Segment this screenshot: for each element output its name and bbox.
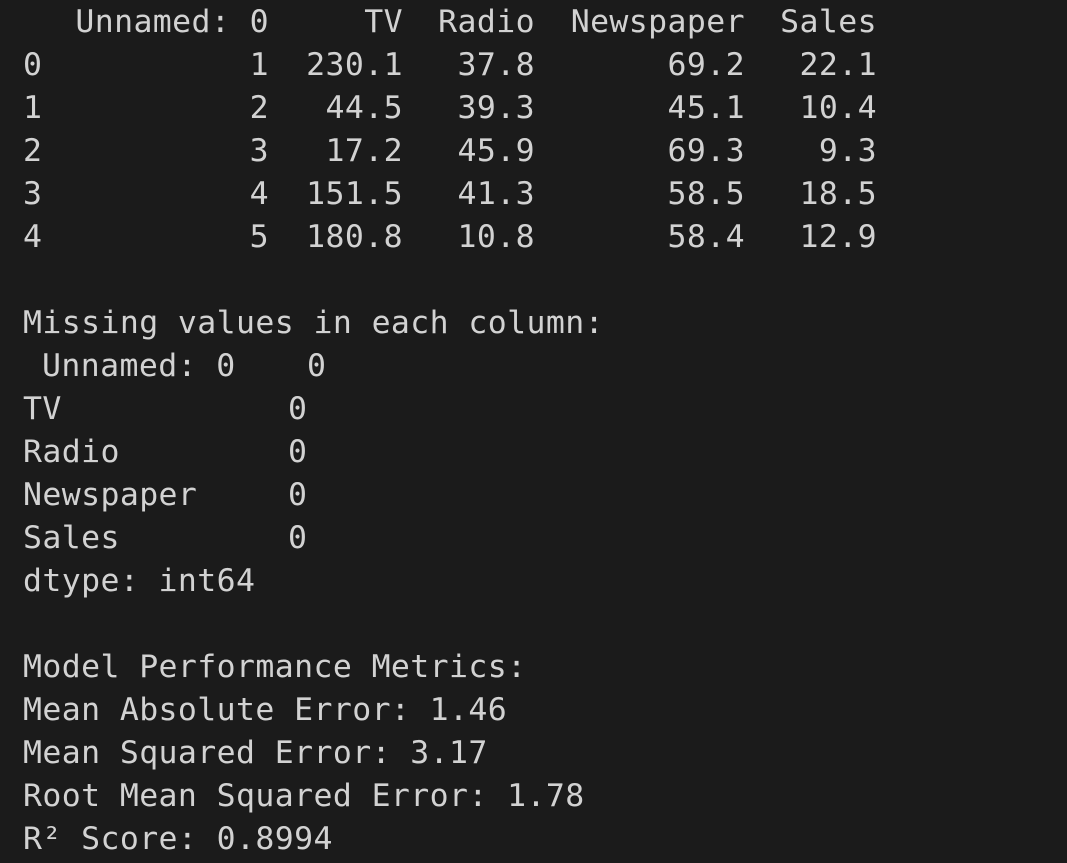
missing-item-value: 0 [288,477,308,513]
table-row: 3 4 151.5 41.3 58.5 18.5 [23,173,1067,216]
cell-newspaper: 45.1 [667,90,745,126]
missing-item: Sales 0 [23,517,1067,560]
metric-mse: Mean Squared Error: 3.17 [23,735,488,771]
dataframe-header: Unnamed: 0 TV Radio Newspaper Sales [23,1,1067,44]
cell-unnamed: 3 [249,133,269,169]
cell-tv: 151.5 [306,176,403,212]
missing-item: TV 0 [23,388,1067,431]
missing-item-name: Unnamed: 0 [42,348,236,384]
terminal-output: Unnamed: 0 TV Radio Newspaper Sales 0 1 … [0,1,1067,863]
row-index: 4 [23,219,43,255]
missing-item-name: Radio [23,434,120,470]
cell-sales: 18.5 [799,176,877,212]
cell-radio: 39.3 [457,90,535,126]
table-row: 2 3 17.2 45.9 69.3 9.3 [23,130,1067,173]
metrics-heading: Model Performance Metrics: [23,649,527,685]
missing-item-name: Sales [23,520,120,556]
metric-mae: Mean Absolute Error: 1.46 [23,692,508,728]
cell-sales: 9.3 [818,133,877,169]
missing-item-value: 0 [288,391,308,427]
cell-radio: 45.9 [457,133,535,169]
cell-sales: 10.4 [799,90,877,126]
table-row: 1 2 44.5 39.3 45.1 10.4 [23,87,1067,130]
missing-values-heading: Missing values in each column: [23,305,604,341]
cell-unnamed: 2 [249,90,269,126]
dtype-line: dtype: int64 [23,563,256,599]
missing-item-name: Newspaper [23,477,198,513]
missing-item: Radio 0 [23,431,1067,474]
cell-radio: 41.3 [457,176,535,212]
table-row: 4 5 180.8 10.8 58.4 12.9 [23,216,1067,259]
missing-item: Newspaper 0 [23,474,1067,517]
missing-item-value: 0 [288,434,308,470]
metric-rmse: Root Mean Squared Error: 1.78 [23,778,585,814]
cell-sales: 12.9 [799,219,877,255]
table-row: 0 1 230.1 37.8 69.2 22.1 [23,44,1067,87]
cell-newspaper: 69.3 [667,133,745,169]
column-header-sales: Sales [780,4,877,40]
row-index: 3 [23,176,43,212]
cell-unnamed: 1 [249,47,269,83]
missing-item: Unnamed: 0 0 [23,345,1067,388]
cell-tv: 44.5 [325,90,403,126]
cell-tv: 180.8 [306,219,403,255]
column-header-newspaper: Newspaper [570,4,745,40]
cell-unnamed: 5 [249,219,269,255]
cell-newspaper: 58.4 [667,219,745,255]
cell-unnamed: 4 [249,176,269,212]
row-index: 1 [23,90,43,126]
metric-r2: R² Score: 0.8994 [23,821,333,857]
missing-item-value: 0 [288,520,308,556]
column-header-unnamed: Unnamed: 0 [75,4,269,40]
missing-item-name: TV [23,391,62,427]
row-index: 2 [23,133,43,169]
cell-radio: 10.8 [457,219,535,255]
cell-sales: 22.1 [799,47,877,83]
cell-newspaper: 58.5 [667,176,745,212]
row-index: 0 [23,47,43,83]
cell-newspaper: 69.2 [667,47,745,83]
column-header-radio: Radio [438,4,535,40]
cell-tv: 230.1 [306,47,403,83]
cell-radio: 37.8 [457,47,535,83]
cell-tv: 17.2 [325,133,403,169]
missing-item-value: 0 [307,348,327,384]
column-header-tv: TV [364,4,403,40]
